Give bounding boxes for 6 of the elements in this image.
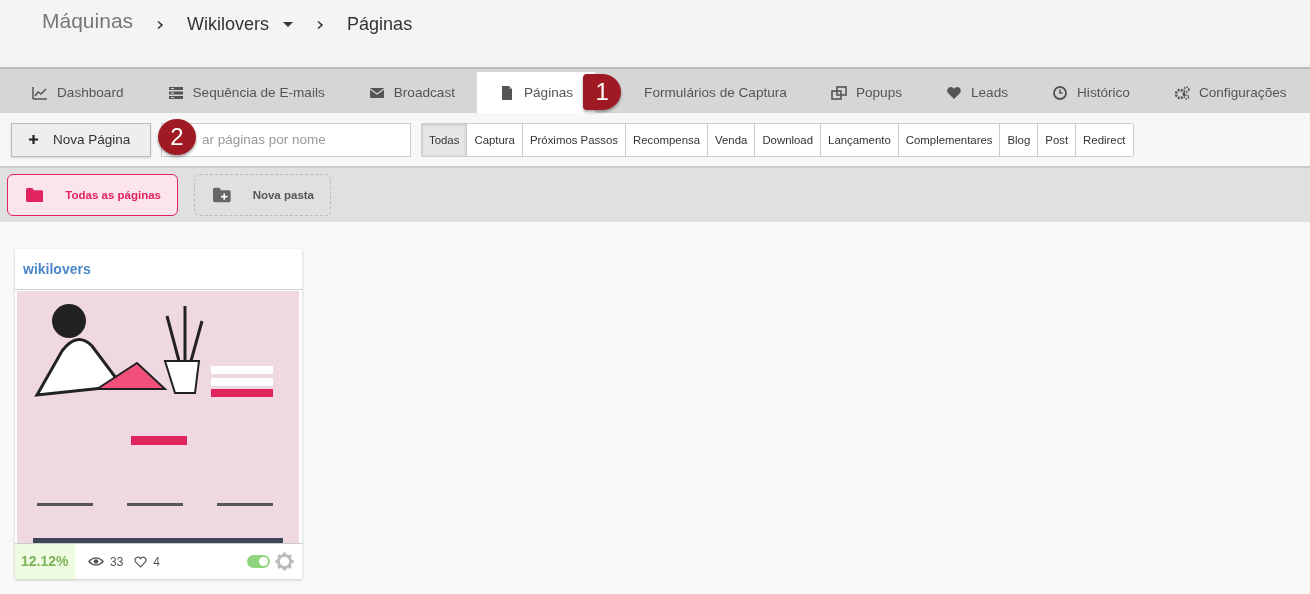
like-count: 4	[153, 554, 161, 569]
breadcrumb-current: Páginas	[347, 14, 413, 35]
step-callout-tooltip: 2	[158, 119, 196, 155]
step-callout-tooltip: 1	[583, 74, 622, 110]
conversion-rate: 12.12%	[15, 544, 75, 579]
view-count: 33	[110, 554, 124, 569]
